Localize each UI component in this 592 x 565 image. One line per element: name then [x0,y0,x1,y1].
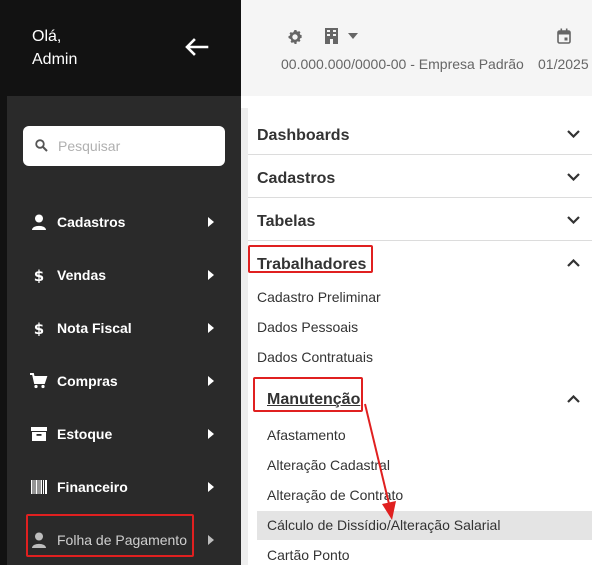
sidebar-item-label: Financeiro [57,479,128,495]
section-dashboards[interactable]: Dashboards [248,112,592,155]
sidebar-item-compras[interactable]: Compras [30,369,220,393]
link-dados-contratuais[interactable]: Dados Contratuais [257,349,373,365]
svg-text:$: $ [34,320,44,336]
sidebar-item-financeiro[interactable]: Financeiro [30,475,220,499]
chevron-right-icon [208,270,214,280]
chevron-right-icon [208,482,214,492]
dollar-icon: $ [34,267,44,283]
highlight-box-trabalhadores [248,245,373,273]
sidebar-item-nota-fiscal[interactable]: $ Nota Fiscal [30,316,220,340]
chevron-down-icon [567,216,580,224]
chevron-right-icon [208,323,214,333]
sidebar-item-label: Cadastros [57,214,126,230]
back-arrow-icon[interactable] [183,36,209,58]
sidebar-item-label: Compras [57,373,118,389]
calendar-icon[interactable] [557,28,571,44]
sidebar-item-vendas[interactable]: $ Vendas [30,263,220,287]
sidebar-item-label: Estoque [57,426,113,442]
chevron-up-icon [567,259,580,267]
section-label: Cadastros [257,170,336,187]
section-cadastros[interactable]: Cadastros [248,155,592,198]
gear-icon[interactable] [287,29,303,45]
greeting-username: Admin [32,51,78,68]
period-label[interactable]: 01/2025 [538,56,589,72]
user-greeting: Olá, Admin [32,25,77,71]
user-icon [32,214,46,230]
greeting-line1: Olá, [32,28,62,45]
search-box[interactable] [23,126,225,166]
topbar [241,0,592,96]
section-tabelas[interactable]: Tabelas [248,198,592,241]
company-label[interactable]: 00.000.000/0000-00 - Empresa Padrão [281,56,524,72]
highlight-box-folha [26,514,194,557]
svg-text:$: $ [34,267,44,283]
cart-icon [30,373,48,389]
chevron-right-icon [208,376,214,386]
archive-icon [31,427,47,441]
building-icon[interactable] [325,28,338,44]
link-dados-pessoais[interactable]: Dados Pessoais [257,319,358,335]
barcode-icon [31,480,47,494]
sidebar-item-label: Vendas [57,267,107,283]
chevron-right-icon [208,429,214,439]
sidebar-item-label: Nota Fiscal [57,320,132,336]
link-cartao-ponto[interactable]: Cartão Ponto [267,547,350,563]
highlight-box-manutencao [253,377,363,412]
section-label: Dashboards [257,127,350,144]
chevron-right-icon [208,535,214,545]
dollar-icon: $ [34,320,44,336]
search-icon [35,139,48,152]
chevron-right-icon [208,217,214,227]
sidebar-item-estoque[interactable]: Estoque [30,422,220,446]
link-afastamento[interactable]: Afastamento [267,427,346,443]
chevron-up-icon [567,395,580,403]
link-cadastro-preliminar[interactable]: Cadastro Preliminar [257,289,381,305]
section-label: Tabelas [257,213,316,230]
annotation-arrow [364,403,396,520]
sidebar-item-cadastros[interactable]: Cadastros [30,210,220,234]
search-input[interactable] [58,135,218,157]
chevron-down-icon [567,173,580,181]
chevron-down-icon [567,130,580,138]
caret-down-icon[interactable] [348,33,358,39]
